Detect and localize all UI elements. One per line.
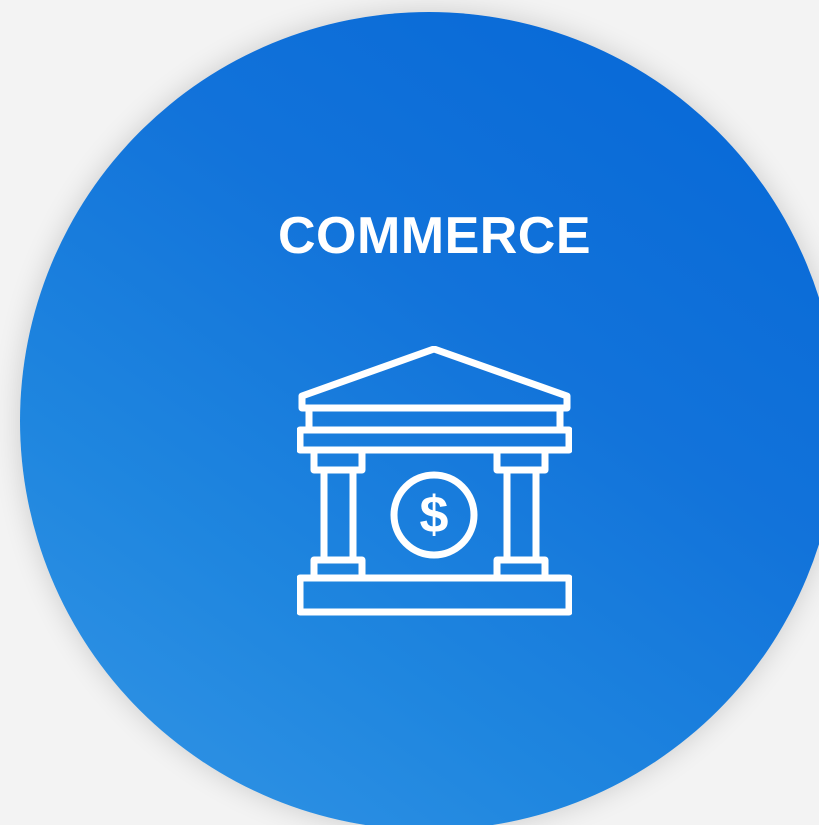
card-title: COMMERCE bbox=[277, 207, 592, 265]
page-canvas: COMMERCE $ bbox=[0, 0, 819, 825]
bank-dollar-icon: $ bbox=[297, 346, 572, 616]
svg-text:$: $ bbox=[420, 486, 449, 544]
